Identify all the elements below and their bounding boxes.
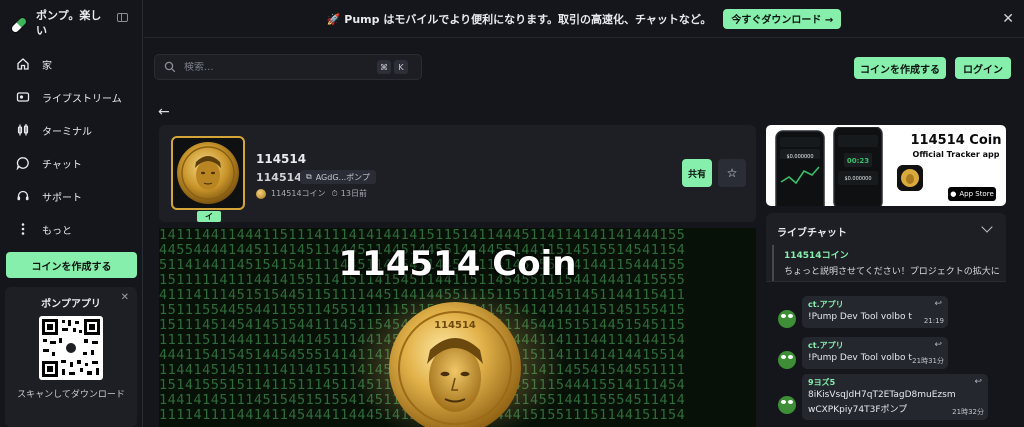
message-author[interactable]: ct.アプリ bbox=[808, 340, 942, 351]
message-bubble: 9ヨズ5 8iKisVsqJdH7qT2ETagD8muEzsm wCXPKpi… bbox=[802, 374, 988, 420]
support-icon bbox=[14, 187, 32, 205]
message-time: 21時32分 bbox=[952, 408, 984, 416]
coin-banner-image: 1411144114441151114111414144141511514114… bbox=[159, 228, 756, 427]
chat-icon bbox=[14, 154, 32, 172]
livestream-icon bbox=[14, 88, 32, 106]
home-icon bbox=[14, 55, 32, 73]
sidebar-item-terminal[interactable]: ターミナル bbox=[14, 117, 134, 143]
sidebar: ポンプ。楽しい 家 ライブストリーム ターミナル チャット サポート もっと コ… bbox=[0, 0, 143, 427]
clock-icon: ⏱ bbox=[331, 188, 338, 198]
chat-title: ライブチャット bbox=[777, 228, 847, 239]
phone-timer: 00:23 bbox=[847, 157, 869, 165]
sidebar-collapse-icon[interactable] bbox=[117, 13, 128, 22]
sidebar-item-home[interactable]: 家 bbox=[14, 51, 134, 77]
copy-icon: ⧉ bbox=[306, 172, 312, 181]
app-card-title: ポンプアプリ bbox=[41, 299, 101, 310]
message-time: 21時31分 bbox=[912, 357, 944, 365]
coin-meta: 114514コイン ⏱ 13日前 bbox=[256, 188, 367, 199]
app-scan-text: スキャンしてダウンロード bbox=[17, 390, 125, 400]
coin-thumb-badge: イ bbox=[197, 211, 221, 222]
promo-subtitle: Official Tracker app bbox=[912, 150, 1000, 159]
promo-title: 114514 Coin bbox=[910, 133, 1002, 148]
close-icon[interactable]: ✕ bbox=[1002, 11, 1014, 27]
creator-name[interactable]: 114514コイン bbox=[271, 188, 326, 199]
sidebar-item-label: サポート bbox=[42, 192, 82, 204]
coin-title: 114514 bbox=[256, 152, 307, 166]
banner-text: 🚀 Pump はモバイルでより便利になります。取引の高速化、チャットなど。 bbox=[326, 12, 712, 26]
pinned-message[interactable]: 114514コイン ちょっと説明させてください！プロジェクトの拡大に伴... bbox=[772, 245, 1000, 281]
message-bubble: ct.アプリ !Pump Dev Tool volbo t 21時31分 ↩ bbox=[802, 337, 948, 369]
sidebar-item-label: ライブストリーム bbox=[42, 93, 122, 105]
phone-value: $0.000000 bbox=[786, 154, 813, 160]
mobile-app-banner: 🚀 Pump はモバイルでより便利になります。取引の高速化、チャットなど。 今す… bbox=[144, 0, 1024, 38]
pinned-author: 114514コイン bbox=[784, 251, 849, 261]
message-author[interactable]: ct.アプリ bbox=[808, 299, 942, 310]
message-text: !Pump Dev Tool volbo t bbox=[808, 353, 912, 363]
avatar[interactable] bbox=[778, 351, 796, 369]
phone-mockups: $0.000000 00:23 $0.000000 bbox=[775, 127, 883, 206]
creator-avatar bbox=[256, 188, 266, 199]
coin-header-card: イ 114514 114514 ⧉ AGdG...ポンプ 114514コイン ⏱… bbox=[159, 125, 756, 222]
sidebar-item-label: チャット bbox=[42, 159, 82, 171]
login-button[interactable]: ログイン bbox=[955, 57, 1011, 79]
search-bar[interactable]: ⌘ K bbox=[154, 54, 422, 80]
phone-value: $0.000000 bbox=[844, 176, 871, 182]
sidebar-item-more[interactable]: もっと bbox=[14, 216, 134, 242]
pinned-text: ちょっと説明させてください！プロジェクトの拡大に伴... bbox=[784, 267, 1000, 277]
search-input[interactable] bbox=[184, 61, 374, 73]
sidebar-item-livestream[interactable]: ライブストリーム bbox=[14, 84, 134, 110]
coin-engraving: 114514 bbox=[434, 320, 476, 331]
create-coin-button[interactable]: コインを作成する bbox=[6, 252, 137, 278]
sidebar-item-label: ターミナル bbox=[42, 126, 92, 138]
message-bubble: ct.アプリ !Pump Dev Tool volbo t 21:19 ↩ bbox=[802, 296, 948, 328]
message-text: 8iKisVsqJdH7qT2ETagD8muEzsm bbox=[808, 390, 956, 400]
more-icon bbox=[14, 220, 32, 238]
reply-icon[interactable]: ↩ bbox=[934, 340, 942, 350]
reply-icon[interactable]: ↩ bbox=[934, 299, 942, 309]
apple-icon: ● bbox=[950, 190, 957, 198]
avatar[interactable] bbox=[778, 396, 796, 414]
sidebar-item-support[interactable]: サポート bbox=[14, 183, 134, 209]
shortcut-k-key: K bbox=[394, 60, 408, 74]
digit-row: 1411144114441151114111414144141511514114… bbox=[159, 228, 686, 243]
qr-code bbox=[39, 316, 103, 380]
coin-image: 114514 bbox=[389, 302, 521, 427]
terminal-icon bbox=[14, 121, 32, 139]
chevron-down-icon[interactable] bbox=[981, 221, 993, 233]
brand-name: ポンプ。楽しい bbox=[36, 9, 102, 37]
coin-thumbnail[interactable] bbox=[171, 136, 245, 210]
app-download-card: ポンプアプリ ✕ スキャンしてダウンロード bbox=[5, 287, 137, 427]
pill-logo-icon bbox=[10, 16, 28, 34]
coin-address: AGdG...ポンプ bbox=[315, 172, 370, 182]
create-coin-button[interactable]: コインを作成する bbox=[854, 57, 946, 79]
sidebar-item-chat[interactable]: チャット bbox=[14, 150, 134, 176]
app-store-badge[interactable]: ● App Store bbox=[948, 187, 996, 201]
share-button[interactable]: 共有 bbox=[682, 159, 712, 187]
back-arrow-icon[interactable]: ← bbox=[158, 104, 170, 120]
banner-heading: 114514 Coin bbox=[338, 244, 577, 284]
sidebar-item-label: もっと bbox=[42, 225, 72, 237]
avatar[interactable] bbox=[778, 310, 796, 328]
coin-age: 13日前 bbox=[340, 189, 367, 198]
close-icon[interactable]: ✕ bbox=[121, 292, 129, 303]
reply-icon[interactable]: ↩ bbox=[974, 377, 982, 387]
message-author[interactable]: 9ヨズ5 bbox=[808, 377, 982, 388]
sidebar-item-label: 家 bbox=[42, 60, 52, 72]
download-now-button[interactable]: 今すぐダウンロード → bbox=[723, 8, 842, 29]
live-chat-panel: ライブチャット 114514コイン ちょっと説明させてください！プロジェクトの拡… bbox=[766, 213, 1006, 427]
shortcut-cmd-key: ⌘ bbox=[377, 60, 391, 74]
app-icon bbox=[897, 165, 923, 191]
chat-messages[interactable]: ct.アプリ !Pump Dev Tool volbo t 21:19 ↩ ct… bbox=[766, 281, 1006, 427]
star-icon[interactable]: ☆ bbox=[718, 159, 746, 187]
coin-ticker: 114514 bbox=[256, 171, 302, 184]
tracker-app-promo[interactable]: $0.000000 00:23 $0.000000 114514 Coin Of… bbox=[766, 125, 1006, 206]
copy-address-button[interactable]: ⧉ AGdG...ポンプ bbox=[300, 170, 376, 184]
qr-logo-icon bbox=[64, 341, 78, 355]
app-store-label: App Store bbox=[959, 190, 994, 198]
message-time: 21:19 bbox=[923, 317, 944, 325]
search-icon bbox=[164, 61, 176, 73]
message-text: !Pump Dev Tool volbo t bbox=[808, 312, 912, 322]
